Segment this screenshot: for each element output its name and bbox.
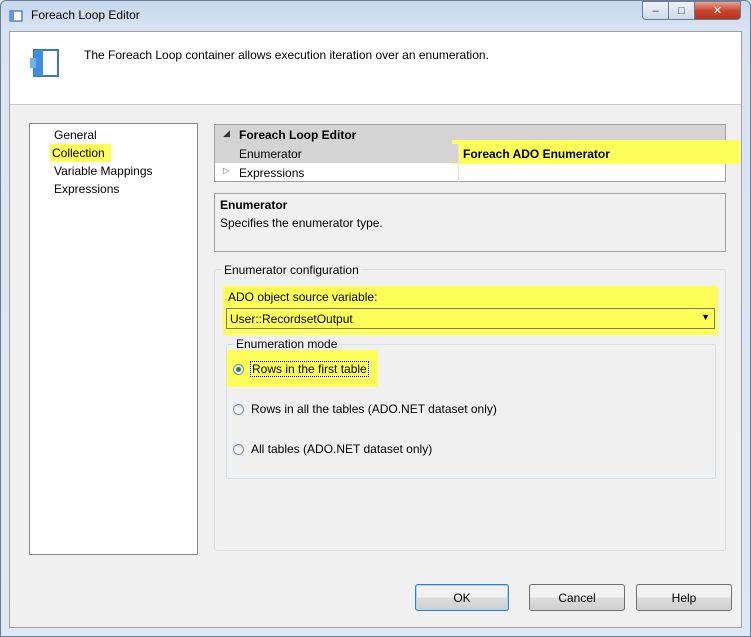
maximize-button[interactable]: □ — [668, 1, 695, 20]
dialog-window: Foreach Loop Editor – □ ✕ The Foreach Lo… — [0, 0, 751, 637]
collapse-icon[interactable]: ◢ — [223, 128, 230, 139]
radio-rows-first-table[interactable] — [233, 364, 244, 375]
dialog-client: The Foreach Loop container allows execut… — [9, 31, 742, 628]
header-band: The Foreach Loop container allows execut… — [10, 32, 741, 105]
title-bar[interactable]: Foreach Loop Editor – □ ✕ — [1, 1, 750, 31]
window-title: Foreach Loop Editor — [31, 8, 140, 22]
close-icon: ✕ — [712, 5, 723, 17]
help-button[interactable]: Help — [636, 584, 732, 611]
close-button[interactable]: ✕ — [694, 1, 741, 20]
grid-category-label: Foreach Loop Editor — [239, 128, 357, 142]
minimize-button[interactable]: – — [642, 1, 669, 20]
property-description: Enumerator Specifies the enumerator type… — [214, 193, 726, 252]
ado-source-select[interactable]: User::RecordsetOutput ▼ — [226, 308, 715, 329]
radio-label-rows-all-tables[interactable]: Rows in all the tables (ADO.NET dataset … — [251, 402, 497, 416]
radio-rows-all-tables[interactable] — [233, 404, 244, 415]
ado-source-value: User::RecordsetOutput — [230, 312, 353, 326]
page-navigation: General Collection Variable Mappings Exp… — [29, 123, 198, 555]
cancel-button[interactable]: Cancel — [529, 584, 625, 611]
ado-source-label: ADO object source variable: — [228, 290, 378, 304]
property-grid: ◢ Foreach Loop Editor Enumerator Foreach… — [214, 124, 740, 182]
enumerator-configuration-legend: Enumerator configuration — [222, 263, 361, 277]
chevron-down-icon[interactable]: ▼ — [701, 312, 710, 322]
grid-row-name: Expressions — [239, 166, 305, 180]
radio-label-all-tables[interactable]: All tables (ADO.NET dataset only) — [251, 442, 432, 456]
description-title: Enumerator — [220, 198, 288, 212]
enumerator-value[interactable]: Foreach ADO Enumerator — [463, 147, 610, 161]
expand-icon[interactable]: ▷ — [223, 166, 229, 175]
nav-item-general[interactable]: General — [54, 128, 97, 142]
grid-row-expressions[interactable]: ▷ Expressions — [215, 163, 725, 182]
help-button-label: Help — [671, 590, 697, 605]
maximize-icon: □ — [678, 4, 685, 17]
nav-item-collection[interactable]: Collection — [50, 144, 111, 162]
cancel-button-label: Cancel — [558, 590, 596, 605]
enumeration-mode-legend: Enumeration mode — [234, 337, 340, 351]
ok-button[interactable]: OK — [415, 584, 509, 611]
header-description: The Foreach Loop container allows execut… — [84, 48, 489, 62]
nav-item-expressions[interactable]: Expressions — [54, 182, 119, 196]
description-text: Specifies the enumerator type. — [220, 216, 383, 230]
nav-item-variable-mappings[interactable]: Variable Mappings — [54, 164, 153, 178]
grid-row-enumerator[interactable]: Enumerator Foreach ADO Enumerator — [215, 144, 725, 163]
foreach-loop-icon — [30, 49, 59, 77]
grid-row-name: Enumerator — [239, 147, 302, 161]
foreach-loop-icon — [9, 10, 23, 22]
ok-button-label: OK — [453, 590, 471, 605]
radio-label-rows-first-table[interactable]: Rows in the first table — [250, 361, 369, 377]
minimize-icon: – — [652, 4, 659, 17]
radio-all-tables[interactable] — [233, 444, 244, 455]
